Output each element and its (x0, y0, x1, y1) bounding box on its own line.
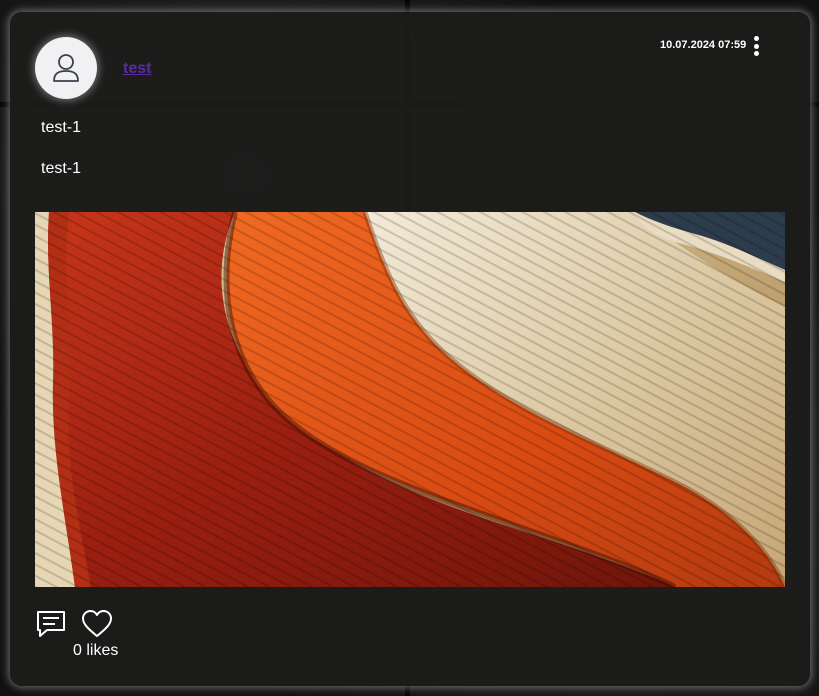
heart-icon (82, 610, 112, 637)
more-vertical-icon-dot (753, 36, 759, 41)
author-link[interactable]: test (123, 60, 151, 78)
post-timestamp: 10.07.2024 07:59 (660, 39, 747, 51)
comment-icon (37, 611, 65, 637)
post-title: test-1 (41, 119, 82, 136)
user-avatar-icon (53, 54, 79, 82)
avatar[interactable] (35, 37, 97, 99)
more-vertical-icon-dot (753, 51, 759, 56)
post-image[interactable] (35, 212, 785, 587)
more-vertical-icon-dot (753, 43, 759, 49)
abstract-waves-image (35, 212, 785, 587)
post-card: test 10.07.2024 07:59 test-1 test-1 0 li… (10, 12, 810, 686)
likes-count: 0 likes (73, 642, 119, 659)
comment-button[interactable] (35, 609, 67, 639)
like-button[interactable] (81, 609, 113, 639)
more-options-button[interactable] (750, 36, 762, 56)
post-body: test-1 (41, 160, 82, 177)
